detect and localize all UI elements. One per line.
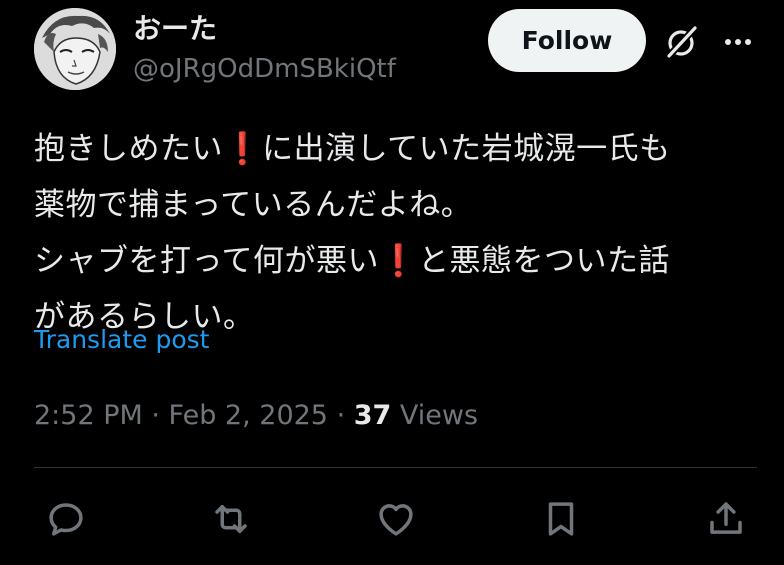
reply-icon[interactable] [45, 498, 87, 540]
share-icon[interactable] [705, 498, 747, 540]
exclamation-emoji: ❗ [223, 131, 263, 167]
post-time[interactable]: 2:52 PM [34, 400, 143, 431]
meta-separator: · [328, 400, 354, 431]
meta-separator: · [142, 400, 169, 431]
repost-icon[interactable] [210, 498, 252, 540]
grok-icon[interactable] [664, 24, 700, 60]
divider [34, 467, 757, 468]
views-count[interactable]: 37 [354, 400, 392, 431]
tweet-line: 抱きしめたい❗に出演していた岩城滉一氏も [34, 121, 764, 177]
tweet-line-text: 抱きしめたい [34, 131, 223, 167]
tweet-line: 薬物で捕まっているんだよね。 [34, 177, 764, 233]
tweet-line-text: と悪態をついた話 [418, 243, 671, 279]
user-handle[interactable]: @oJRgOdDmSBkiQtf [133, 52, 396, 86]
more-icon[interactable] [720, 28, 756, 56]
bookmark-icon[interactable] [540, 498, 582, 540]
views-label[interactable]: Views [391, 400, 478, 431]
like-icon[interactable] [375, 498, 417, 540]
tweet-line-text: 薬物で捕まっているんだよね。 [34, 187, 473, 223]
avatar-image [34, 8, 116, 90]
display-name[interactable]: おーた [133, 11, 217, 47]
exclamation-emoji: ❗ [378, 243, 419, 279]
tweet-text: 抱きしめたい❗に出演していた岩城滉一氏も 薬物で捕まっているんだよね。 シャブを… [34, 121, 764, 345]
follow-button[interactable]: Follow [488, 9, 646, 72]
post-date[interactable]: Feb 2, 2025 [169, 400, 328, 431]
tweet-line-text: シャブを打って何が悪い [34, 243, 379, 279]
tweet-line: シャブを打って何が悪い❗と悪態をついた話 [34, 233, 764, 289]
tweet-line-text: に出演していた岩城滉一氏も [262, 131, 671, 167]
translate-post-link[interactable]: Translate post [34, 323, 209, 357]
tweet-meta: 2:52 PM · Feb 2, 2025 · 37 Views [34, 398, 478, 434]
avatar[interactable] [34, 8, 116, 90]
